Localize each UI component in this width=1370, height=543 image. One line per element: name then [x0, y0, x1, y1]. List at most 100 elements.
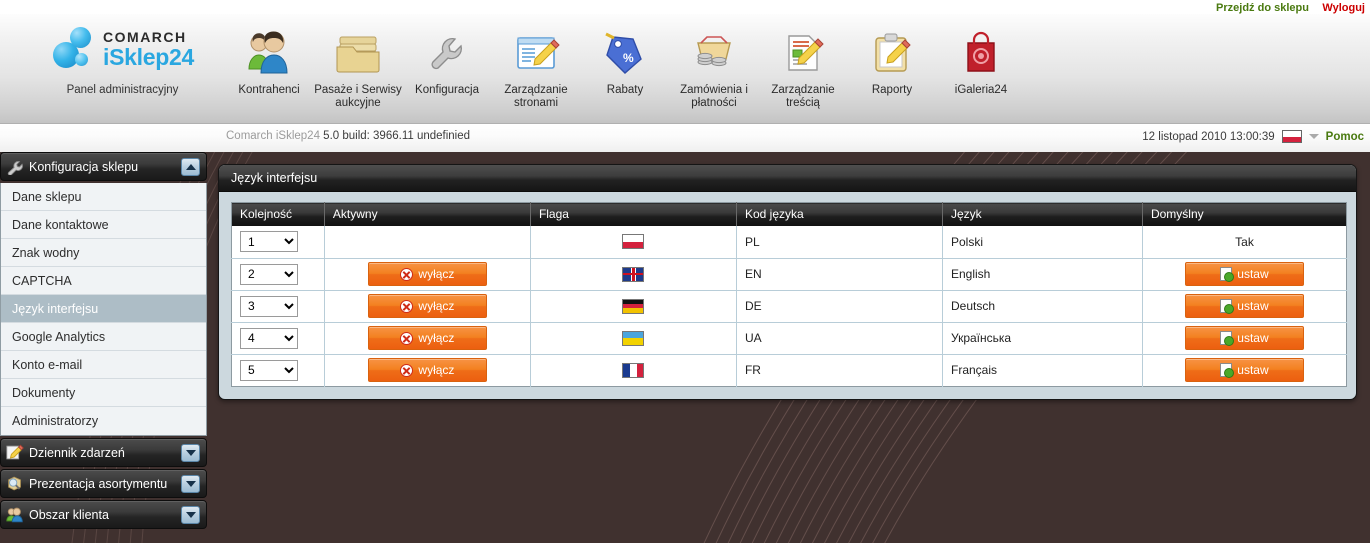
page-body: Konfiguracja sklepu Dane sklepu Dane kon…: [0, 152, 1370, 543]
column-header-kod-jezyka: Kod języka: [736, 202, 944, 226]
brand-logo[interactable]: COMARCH iSklep24 Panel administracyjny: [40, 22, 205, 96]
cell-code: PL: [736, 226, 944, 259]
table-row: 5 wyłącz FR Français ustaw: [231, 354, 1347, 386]
sidebar-group-konfiguracja-sklepu[interactable]: Konfiguracja sklepu: [0, 152, 207, 181]
sidebar: Konfiguracja sklepu Dane sklepu Dane kon…: [0, 152, 207, 531]
chevron-up-icon[interactable]: [181, 158, 200, 176]
cell-active: wyłącz: [324, 290, 531, 323]
go-to-shop-link[interactable]: Przejdź do sklepu: [1216, 2, 1309, 14]
disable-button[interactable]: wyłącz: [367, 294, 487, 318]
flag-pl-icon[interactable]: [1281, 130, 1302, 143]
disable-button[interactable]: wyłącz: [367, 358, 487, 382]
nav-item-pasaze-i-serwisy-aukcyjne[interactable]: Pasaże i Serwisy aukcyjne: [314, 18, 402, 110]
set-default-button[interactable]: ustaw: [1184, 358, 1304, 382]
chevron-down-icon[interactable]: [181, 444, 200, 462]
nav-label: Zamówienia i płatności: [680, 84, 748, 109]
sidebar-item-konto-e-mail[interactable]: Konto e-mail: [1, 351, 206, 379]
nav-label: iGaleria24: [954, 84, 1008, 96]
set-default-button[interactable]: ustaw: [1184, 262, 1304, 286]
order-select[interactable]: 3: [240, 295, 298, 317]
table-row: 1 PL Polski Tak: [231, 226, 1347, 259]
close-circle-icon: [400, 267, 414, 281]
chevron-down-icon[interactable]: [181, 475, 200, 493]
help-link[interactable]: Pomoc: [1326, 131, 1364, 143]
table-row: 2 wyłącz EN English ustaw: [231, 258, 1347, 291]
sidebar-item-dane-kontaktowe[interactable]: Dane kontaktowe: [1, 211, 206, 239]
cell-default: ustaw: [1142, 354, 1347, 386]
nav-label: Zarządzanie stronami: [504, 84, 568, 109]
cell-active: [324, 226, 531, 259]
users-icon: [225, 22, 313, 84]
logout-link[interactable]: Wyloguj: [1322, 2, 1365, 14]
cell-flag: [530, 226, 737, 259]
nav-label: Pasaże i Serwisy aukcyjne: [314, 84, 402, 109]
close-circle-icon: [400, 363, 414, 377]
sidebar-item-jezyk-interfejsu[interactable]: Język interfejsu: [1, 295, 206, 323]
button-label: ustaw: [1237, 267, 1269, 281]
sidebar-group-title: Prezentacja asortymentu: [29, 476, 168, 491]
nav-item-kontrahenci[interactable]: Kontrahenci: [225, 18, 313, 97]
cell-order: 5: [231, 354, 325, 386]
info-bar: Comarch iSklep24 5.0 build: 3966.11 unde…: [0, 124, 1370, 152]
column-header-kolejnosc: Kolejność: [231, 202, 325, 226]
sidebar-item-dokumenty[interactable]: Dokumenty: [1, 379, 206, 407]
nav-item-raporty[interactable]: Raporty: [848, 18, 936, 97]
nav-item-zamowienia-i-platnosci[interactable]: Zamówienia i płatności: [670, 18, 758, 110]
clipboard-pencil-icon: [848, 22, 936, 84]
cell-language: Polski: [942, 226, 1143, 259]
button-label: ustaw: [1237, 331, 1269, 345]
disable-button[interactable]: wyłącz: [367, 262, 487, 286]
sidebar-group-title: Konfiguracja sklepu: [29, 159, 139, 174]
column-header-domyslny: Domyślny: [1142, 202, 1347, 226]
language-table: Kolejność Aktywny Flaga Kod języka Język…: [231, 202, 1347, 387]
table-row: 3 wyłącz DE Deutsch ustaw: [231, 290, 1347, 323]
cell-default: ustaw: [1142, 290, 1347, 323]
cell-code: DE: [736, 290, 944, 323]
product-name: Comarch iSklep24: [226, 130, 320, 142]
page-edit-icon: [492, 22, 580, 84]
document-check-icon: [1220, 299, 1235, 314]
nav-label: Raporty: [871, 84, 913, 96]
flag-de-icon: [622, 298, 645, 314]
sidebar-group-prezentacja-asortymentu[interactable]: Prezentacja asortymentu: [0, 469, 207, 498]
cell-code: UA: [736, 322, 944, 355]
nav-item-konfiguracja[interactable]: Konfiguracja: [403, 18, 491, 97]
order-select[interactable]: 1: [240, 231, 298, 253]
nav-item-igaleria24[interactable]: iGaleria24: [937, 18, 1025, 97]
order-select[interactable]: 2: [240, 263, 298, 285]
sidebar-item-znak-wodny[interactable]: Znak wodny: [1, 239, 206, 267]
nav-item-rabaty[interactable]: % Rabaty: [581, 18, 669, 97]
cell-language: Українська: [942, 322, 1143, 355]
document-check-icon: [1220, 331, 1235, 346]
order-select[interactable]: 4: [240, 327, 298, 349]
sidebar-item-dane-sklepu[interactable]: Dane sklepu: [1, 183, 206, 211]
sidebar-group-dziennik-zdarzen[interactable]: Dziennik zdarzeń: [0, 438, 207, 467]
info-bar-right: 12 listopad 2010 13:00:39 Pomoc: [1142, 130, 1364, 143]
cell-active: wyłącz: [324, 322, 531, 355]
sidebar-item-google-analytics[interactable]: Google Analytics: [1, 323, 206, 351]
button-label: wyłącz: [418, 363, 455, 377]
set-default-button[interactable]: ustaw: [1184, 294, 1304, 318]
top-links-bar: Przejdź do sklepu Wyloguj: [0, 0, 1370, 14]
table-header-row: Kolejność Aktywny Flaga Kod języka Język…: [231, 202, 1347, 226]
sidebar-item-administratorzy[interactable]: Administratorzy: [1, 407, 206, 435]
current-datetime: 12 listopad 2010 13:00:39: [1142, 130, 1275, 143]
nav-item-zarzadzanie-stronami[interactable]: Zarządzanie stronami: [492, 18, 580, 110]
notepad-pencil-icon: [1, 444, 29, 461]
cell-order: 2: [231, 258, 325, 291]
order-select[interactable]: 5: [240, 359, 298, 381]
cell-default: ustaw: [1142, 322, 1347, 355]
brand-company-name: COMARCH: [103, 29, 187, 45]
content-panel: Język interfejsu Kolejność Aktywny Flaga…: [218, 164, 1357, 400]
sidebar-item-captcha[interactable]: CAPTCHA: [1, 267, 206, 295]
chevron-down-icon[interactable]: [1308, 134, 1319, 139]
nav-item-zarzadzanie-trescia[interactable]: Zarządzanie treścią: [759, 18, 847, 110]
cell-order: 1: [231, 226, 325, 259]
chevron-down-icon[interactable]: [181, 506, 200, 524]
set-default-button[interactable]: ustaw: [1184, 326, 1304, 350]
app-header: COMARCH iSklep24 Panel administracyjny K…: [0, 14, 1370, 124]
price-tag-icon: %: [581, 22, 669, 84]
disable-button[interactable]: wyłącz: [367, 326, 487, 350]
sidebar-group-obszar-klienta[interactable]: Obszar klienta: [0, 500, 207, 529]
svg-text:%: %: [623, 51, 634, 65]
